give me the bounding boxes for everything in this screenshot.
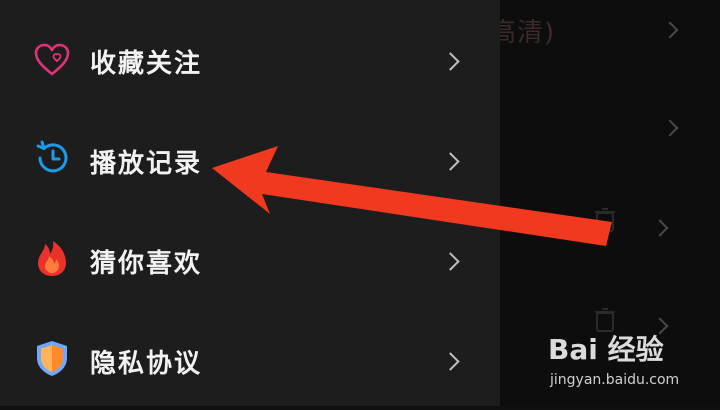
watermark-logo: Bai 经验: [548, 333, 664, 366]
menu-item-privacy[interactable]: 隐私协议: [0, 310, 500, 410]
shield-icon: [37, 341, 67, 376]
chevron-right-icon: [441, 352, 460, 371]
menu-item-recommend[interactable]: 猜你喜欢: [0, 210, 500, 310]
chevron-right-icon: [441, 152, 460, 171]
heart-outline-icon: [34, 43, 70, 76]
menu-item-label: 隐私协议: [90, 349, 203, 379]
menu-item-label: 收藏关注: [90, 49, 203, 79]
history-clock-icon: [36, 140, 68, 173]
side-drawer: 收藏关注 播放记录 猜你喜欢 隐私协议: [0, 0, 500, 406]
chevron-right-icon: [441, 252, 460, 271]
flame-icon: [38, 241, 66, 276]
chevron-right-icon: [441, 52, 460, 71]
menu-item-label: 播放记录: [90, 149, 203, 179]
baidu-jingyan-watermark: Bai 经验 jingyan.baidu.com: [548, 328, 708, 398]
watermark-url: jingyan.baidu.com: [550, 372, 680, 388]
trash-icon: [595, 208, 615, 232]
menu-item-label: 猜你喜欢: [90, 249, 203, 279]
menu-item-history[interactable]: 播放记录: [0, 110, 500, 210]
menu-item-favorites[interactable]: 收藏关注: [0, 10, 500, 110]
